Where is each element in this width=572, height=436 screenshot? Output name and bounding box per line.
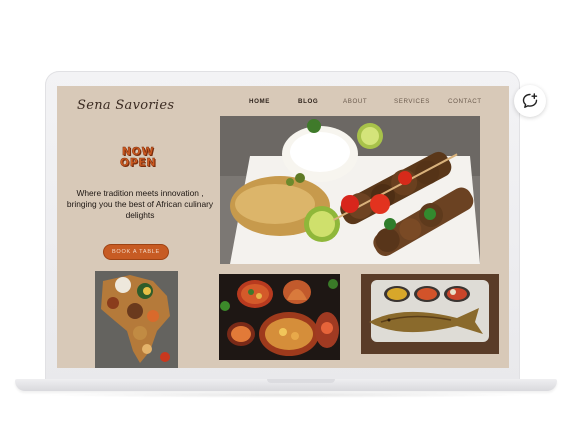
now-open-line2: OPEN bbox=[119, 156, 157, 169]
chat-plus-icon bbox=[522, 93, 538, 108]
fish-plate-illustration bbox=[361, 274, 499, 354]
hero-food-image bbox=[220, 116, 480, 264]
website-screen: Sena Savories HOME BLOG ABOUT SERVICES C… bbox=[57, 86, 509, 368]
tajine-spread-image bbox=[219, 274, 340, 360]
site-nav: HOME BLOG ABOUT SERVICES CONTACT bbox=[247, 98, 487, 110]
africa-map-illustration bbox=[95, 271, 178, 368]
laptop-base bbox=[15, 379, 557, 391]
laptop-shadow bbox=[40, 392, 532, 398]
laptop-base-notch bbox=[267, 379, 335, 383]
chat-button[interactable] bbox=[514, 85, 546, 117]
africa-map-food-image bbox=[95, 271, 178, 368]
site-logo[interactable]: Sena Savories bbox=[77, 98, 174, 113]
now-open-badge: NOW OPEN bbox=[115, 146, 161, 168]
nav-item-home[interactable]: HOME bbox=[249, 98, 270, 105]
book-table-button[interactable]: BOOK A TABLE bbox=[103, 244, 169, 260]
hero-tagline: Where tradition meets innovation , bring… bbox=[66, 188, 214, 220]
laptop-mockup: Sena Savories HOME BLOG ABOUT SERVICES C… bbox=[0, 0, 572, 436]
nav-item-contact[interactable]: CONTACT bbox=[448, 98, 482, 105]
grilled-fish-image bbox=[361, 274, 499, 354]
nav-item-about[interactable]: ABOUT bbox=[343, 98, 367, 105]
tajine-illustration bbox=[219, 274, 340, 360]
nav-item-services[interactable]: SERVICES bbox=[394, 98, 430, 105]
nav-item-blog[interactable]: BLOG bbox=[298, 98, 318, 105]
kebab-plate-illustration bbox=[220, 116, 480, 264]
